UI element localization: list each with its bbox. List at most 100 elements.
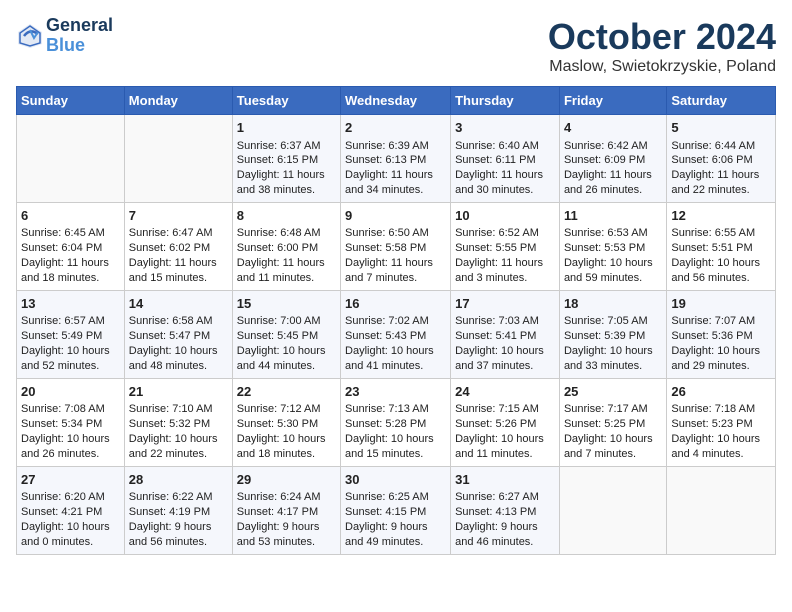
day-info: Daylight: 10 hours <box>345 344 446 359</box>
calendar-cell: 15Sunrise: 7:00 AMSunset: 5:45 PMDayligh… <box>232 290 340 378</box>
day-info: Daylight: 10 hours <box>564 432 662 447</box>
day-number: 13 <box>21 295 120 313</box>
day-info: Sunrise: 6:25 AM <box>345 490 446 505</box>
day-number: 7 <box>129 207 228 225</box>
calendar-week-3: 13Sunrise: 6:57 AMSunset: 5:49 PMDayligh… <box>17 290 776 378</box>
day-info: Sunrise: 7:10 AM <box>129 402 228 417</box>
calendar-cell: 7Sunrise: 6:47 AMSunset: 6:02 PMDaylight… <box>124 202 232 290</box>
day-info: Daylight: 11 hours <box>455 168 555 183</box>
day-info: Sunrise: 7:00 AM <box>237 314 336 329</box>
day-info: Sunrise: 7:02 AM <box>345 314 446 329</box>
day-info: Daylight: 10 hours <box>345 432 446 447</box>
calendar-cell: 9Sunrise: 6:50 AMSunset: 5:58 PMDaylight… <box>341 202 451 290</box>
day-header-thursday: Thursday <box>451 87 560 115</box>
day-info: and 56 minutes. <box>129 535 228 550</box>
calendar-cell: 25Sunrise: 7:17 AMSunset: 5:25 PMDayligh… <box>559 378 666 466</box>
day-number: 23 <box>345 383 446 401</box>
day-header-friday: Friday <box>559 87 666 115</box>
calendar-cell: 13Sunrise: 6:57 AMSunset: 5:49 PMDayligh… <box>17 290 125 378</box>
day-header-sunday: Sunday <box>17 87 125 115</box>
day-info: Sunrise: 6:40 AM <box>455 139 555 154</box>
calendar-table: SundayMondayTuesdayWednesdayThursdayFrid… <box>16 86 776 555</box>
calendar-week-4: 20Sunrise: 7:08 AMSunset: 5:34 PMDayligh… <box>17 378 776 466</box>
calendar-cell: 5Sunrise: 6:44 AMSunset: 6:06 PMDaylight… <box>667 115 776 203</box>
day-number: 19 <box>671 295 771 313</box>
day-info: Sunset: 6:02 PM <box>129 241 228 256</box>
day-number: 20 <box>21 383 120 401</box>
day-info: Daylight: 10 hours <box>564 256 662 271</box>
day-info: and 29 minutes. <box>671 359 771 374</box>
logo-line1: General <box>46 16 113 36</box>
day-info: and 3 minutes. <box>455 271 555 286</box>
day-header-monday: Monday <box>124 87 232 115</box>
day-number: 25 <box>564 383 662 401</box>
day-info: and 15 minutes. <box>345 447 446 462</box>
calendar-cell: 30Sunrise: 6:25 AMSunset: 4:15 PMDayligh… <box>341 466 451 554</box>
day-number: 27 <box>21 471 120 489</box>
day-number: 9 <box>345 207 446 225</box>
day-header-saturday: Saturday <box>667 87 776 115</box>
day-info: Sunset: 5:23 PM <box>671 417 771 432</box>
day-number: 14 <box>129 295 228 313</box>
calendar-cell: 31Sunrise: 6:27 AMSunset: 4:13 PMDayligh… <box>451 466 560 554</box>
day-info: Daylight: 10 hours <box>237 344 336 359</box>
day-number: 31 <box>455 471 555 489</box>
calendar-cell: 3Sunrise: 6:40 AMSunset: 6:11 PMDaylight… <box>451 115 560 203</box>
day-info: Daylight: 11 hours <box>129 256 228 271</box>
day-info: Sunrise: 6:47 AM <box>129 226 228 241</box>
day-info: Sunset: 6:15 PM <box>237 153 336 168</box>
day-info: and 7 minutes. <box>564 447 662 462</box>
calendar-cell: 1Sunrise: 6:37 AMSunset: 6:15 PMDaylight… <box>232 115 340 203</box>
day-info: and 11 minutes. <box>237 271 336 286</box>
day-info: Daylight: 10 hours <box>671 256 771 271</box>
day-info: Daylight: 11 hours <box>345 256 446 271</box>
day-info: Sunset: 5:49 PM <box>21 329 120 344</box>
calendar-cell: 22Sunrise: 7:12 AMSunset: 5:30 PMDayligh… <box>232 378 340 466</box>
day-info: Sunrise: 7:03 AM <box>455 314 555 329</box>
day-info: Sunset: 5:36 PM <box>671 329 771 344</box>
day-number: 16 <box>345 295 446 313</box>
day-info: and 18 minutes. <box>21 271 120 286</box>
day-number: 8 <box>237 207 336 225</box>
day-info: and 56 minutes. <box>671 271 771 286</box>
day-info: and 59 minutes. <box>564 271 662 286</box>
day-number: 12 <box>671 207 771 225</box>
day-info: Sunrise: 6:48 AM <box>237 226 336 241</box>
day-number: 6 <box>21 207 120 225</box>
day-number: 3 <box>455 119 555 137</box>
day-info: Daylight: 11 hours <box>345 168 446 183</box>
day-info: Sunrise: 6:55 AM <box>671 226 771 241</box>
day-header-tuesday: Tuesday <box>232 87 340 115</box>
day-info: and 37 minutes. <box>455 359 555 374</box>
day-info: Sunset: 6:06 PM <box>671 153 771 168</box>
day-info: Daylight: 10 hours <box>21 432 120 447</box>
day-number: 17 <box>455 295 555 313</box>
day-number: 22 <box>237 383 336 401</box>
day-info: Sunrise: 6:22 AM <box>129 490 228 505</box>
calendar-cell: 12Sunrise: 6:55 AMSunset: 5:51 PMDayligh… <box>667 202 776 290</box>
day-header-wednesday: Wednesday <box>341 87 451 115</box>
calendar-cell: 8Sunrise: 6:48 AMSunset: 6:00 PMDaylight… <box>232 202 340 290</box>
day-info: Sunrise: 6:20 AM <box>21 490 120 505</box>
day-info: and 26 minutes. <box>564 183 662 198</box>
logo-text: General Blue <box>46 16 113 56</box>
day-info: and 18 minutes. <box>237 447 336 462</box>
day-info: and 33 minutes. <box>564 359 662 374</box>
day-info: and 0 minutes. <box>21 535 120 550</box>
day-info: Daylight: 11 hours <box>455 256 555 271</box>
day-number: 1 <box>237 119 336 137</box>
day-info: Sunrise: 7:12 AM <box>237 402 336 417</box>
day-number: 21 <box>129 383 228 401</box>
day-info: and 22 minutes. <box>129 447 228 462</box>
day-info: Daylight: 11 hours <box>564 168 662 183</box>
day-info: Sunset: 5:47 PM <box>129 329 228 344</box>
calendar-cell: 14Sunrise: 6:58 AMSunset: 5:47 PMDayligh… <box>124 290 232 378</box>
day-info: and 4 minutes. <box>671 447 771 462</box>
day-info: and 7 minutes. <box>345 271 446 286</box>
day-number: 24 <box>455 383 555 401</box>
day-info: Daylight: 11 hours <box>237 168 336 183</box>
location: Maslow, Swietokrzyskie, Poland <box>548 58 776 76</box>
day-info: and 34 minutes. <box>345 183 446 198</box>
day-info: Daylight: 10 hours <box>21 520 120 535</box>
calendar-cell: 23Sunrise: 7:13 AMSunset: 5:28 PMDayligh… <box>341 378 451 466</box>
